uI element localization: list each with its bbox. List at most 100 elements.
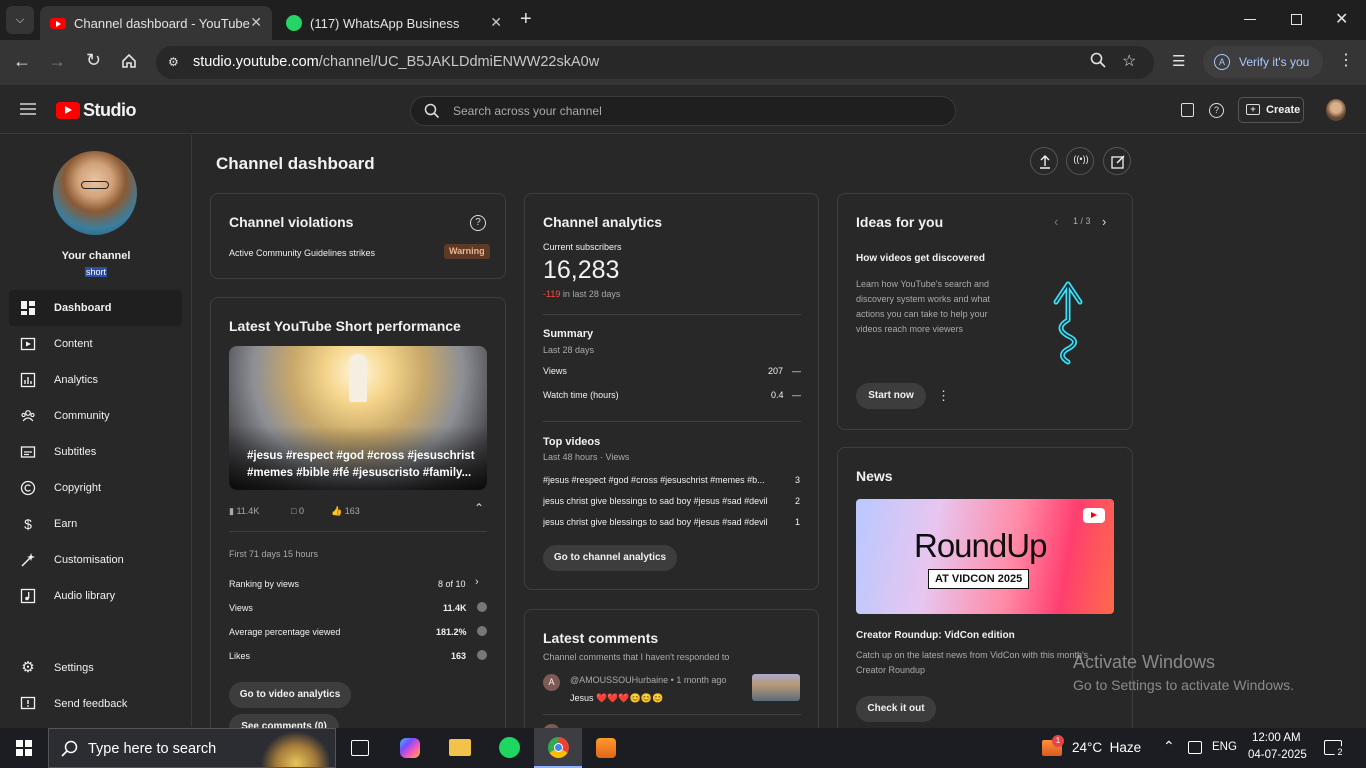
sidebar-item-audio-library[interactable]: Audio library — [9, 578, 182, 614]
help-icon[interactable]: ? — [1209, 103, 1224, 118]
ideas-prev-icon[interactable]: ‹ — [1054, 214, 1058, 229]
back-icon[interactable]: ← — [13, 51, 31, 72]
fl-studio-icon[interactable] — [596, 738, 616, 758]
network-icon[interactable] — [1188, 741, 1202, 754]
main-content: Channel dashboard ((•)) Channel violatio… — [193, 135, 1356, 728]
hamburger-menu-icon[interactable] — [20, 103, 36, 115]
analytics-icon — [20, 372, 36, 388]
sidebar-item-send-feedback[interactable]: Send feedback — [9, 686, 182, 722]
sidebar-item-subtitles[interactable]: Subtitles — [9, 434, 182, 470]
chrome-taskbar-button[interactable] — [534, 728, 582, 768]
top-video-row[interactable]: jesus christ give blessings to sad boy #… — [543, 517, 787, 527]
browser-menu-icon[interactable]: ⋮ — [1338, 50, 1354, 70]
sidebar-item-label: Community — [54, 410, 110, 422]
reload-icon[interactable]: ↻ — [86, 50, 101, 71]
task-view-icon[interactable] — [351, 740, 369, 756]
notification-icon[interactable]: 2 — [1324, 740, 1346, 758]
copilot-icon[interactable] — [400, 738, 420, 758]
media-control-icon[interactable]: ☰ — [1172, 52, 1185, 70]
create-button[interactable]: + Create — [1238, 97, 1304, 123]
upload-button[interactable] — [1030, 147, 1058, 175]
close-window-icon[interactable]: ✕ — [1335, 9, 1348, 29]
create-post-button[interactable] — [1103, 147, 1131, 175]
avg-viewed-info-icon[interactable] — [477, 626, 487, 636]
go-live-button[interactable]: ((•)) — [1066, 147, 1094, 175]
studio-logo[interactable]: Studio — [56, 99, 137, 121]
news-banner[interactable]: RoundUp AT VIDCON 2025 — [856, 499, 1114, 614]
studio-logo-text: Studio — [83, 99, 137, 120]
channel-search[interactable]: Search across your channel — [410, 96, 956, 126]
short-thumbnail[interactable]: #jesus #respect #god #cross #jesuschrist… — [229, 346, 487, 490]
sidebar-item-label: Customisation — [54, 554, 124, 566]
page-title: Channel dashboard — [216, 154, 375, 173]
site-settings-icon[interactable]: ⚙ — [168, 55, 179, 69]
profile-avatar: A — [1214, 54, 1230, 70]
ideas-more-icon[interactable]: ⋮ — [937, 388, 950, 404]
summary-watch-trend: — — [792, 390, 801, 400]
account-avatar[interactable] — [1326, 99, 1346, 121]
summary-period: Last 28 days — [543, 345, 595, 355]
clock-date[interactable]: 04-07-2025 — [1248, 749, 1307, 761]
tray-chevron-icon[interactable]: ⌃ — [1163, 738, 1175, 755]
tab-youtube-studio[interactable]: Channel dashboard - YouTube S ✕ — [40, 6, 272, 40]
forward-icon[interactable]: → — [48, 51, 66, 72]
subtitles-review-icon[interactable] — [1181, 103, 1194, 117]
windows-start-icon[interactable] — [16, 740, 32, 756]
address-bar[interactable]: ⚙ studio.youtube.com/channel/UC_B5JAKLDd… — [156, 46, 1154, 79]
ideas-next-icon[interactable]: › — [1102, 214, 1106, 229]
sidebar-item-community[interactable]: Community — [9, 398, 182, 434]
close-tab-icon[interactable]: ✕ — [250, 14, 262, 31]
restore-icon[interactable] — [1291, 14, 1302, 25]
top-video-row[interactable]: jesus christ give blessings to sad boy #… — [543, 496, 787, 506]
spotify-icon[interactable] — [499, 737, 520, 758]
channel-avatar[interactable] — [53, 151, 137, 235]
short-comments-value: 0 — [298, 506, 304, 516]
minimize-icon[interactable] — [1244, 19, 1256, 20]
home-icon[interactable] — [121, 53, 137, 69]
zoom-icon[interactable] — [1090, 52, 1106, 68]
summary-views-label: Views — [543, 366, 567, 376]
sidebar-item-settings[interactable]: ⚙ Settings — [9, 650, 182, 686]
taskbar-search[interactable]: Type here to search — [48, 728, 336, 768]
new-tab-button[interactable]: + — [520, 8, 532, 31]
language-indicator[interactable]: ENG — [1212, 741, 1237, 753]
sidebar-item-customisation[interactable]: Customisation — [9, 542, 182, 578]
comment-video-thumbnail[interactable] — [752, 674, 800, 701]
violations-help-icon[interactable]: ? — [470, 215, 486, 231]
short-performance-card: Latest YouTube Short performance #jesus … — [210, 297, 506, 728]
sidebar-item-content[interactable]: Content — [9, 326, 182, 362]
ideas-heading: How videos get discovered — [856, 253, 985, 264]
channel-name: Your channel — [61, 250, 131, 262]
weather-text[interactable]: 24°C Haze — [1072, 740, 1141, 755]
sidebar-item-copyright[interactable]: Copyright — [9, 470, 182, 506]
file-explorer-icon[interactable] — [449, 739, 471, 756]
see-comments-button[interactable]: See comments (0) — [229, 714, 339, 728]
sidebar-item-analytics[interactable]: Analytics — [9, 362, 182, 398]
ranking-chevron-icon[interactable]: › — [475, 576, 479, 588]
comment-meta: @AMOUSSOUHurbaine • 1 month ago — [570, 675, 726, 685]
verify-profile-button[interactable]: A Verify it's you — [1203, 46, 1323, 78]
short-views-stat: ▮ 11.4K — [229, 506, 259, 517]
ranking-value[interactable]: 8 of 10 — [438, 579, 466, 589]
comment-author[interactable]: @AMOUSSOUHurbaine — [570, 675, 668, 685]
channel-analytics-button[interactable]: Go to channel analytics — [543, 545, 677, 571]
tab-search-button[interactable]: ⌵ — [6, 6, 34, 34]
sidebar-item-label: Audio library — [54, 590, 116, 602]
views-info-icon[interactable] — [477, 602, 487, 612]
video-analytics-button[interactable]: Go to video analytics — [229, 682, 351, 708]
check-it-out-button[interactable]: Check it out — [856, 696, 936, 722]
clock-time[interactable]: 12:00 AM — [1252, 732, 1301, 744]
url-host: studio.youtube.com — [193, 54, 319, 70]
discovery-arrow-icon — [1048, 280, 1088, 366]
top-videos-title: Top videos — [543, 436, 601, 448]
collapse-chevron-icon[interactable]: ⌃ — [474, 501, 484, 515]
likes-info-icon[interactable] — [477, 650, 487, 660]
top-video-row[interactable]: #jesus #respect #god #cross #jesuschrist… — [543, 475, 787, 485]
close-tab-icon[interactable]: ✕ — [490, 14, 502, 31]
sidebar-item-dashboard[interactable]: Dashboard — [9, 290, 182, 326]
bookmark-star-icon[interactable]: ☆ — [1122, 51, 1136, 71]
comment-icon: □ — [291, 506, 297, 516]
sidebar-item-earn[interactable]: $ Earn — [9, 506, 182, 542]
tab-whatsapp[interactable]: (117) WhatsApp Business ✕ — [276, 6, 512, 40]
start-now-button[interactable]: Start now — [856, 383, 926, 409]
